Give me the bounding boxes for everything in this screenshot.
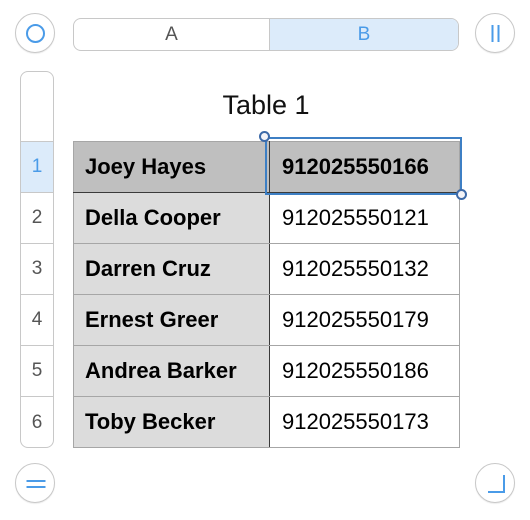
equals-icon [26, 480, 46, 488]
cell-a2[interactable]: Della Cooper [73, 192, 270, 244]
cell-b3[interactable]: 912025550132 [269, 243, 460, 295]
selection-handle-top-left[interactable] [259, 131, 270, 142]
table-row: Andrea Barker 912025550186 [73, 345, 460, 397]
row-header-bar: 1 2 3 4 5 6 [20, 71, 54, 448]
pause-icon [491, 25, 500, 42]
cell-a4[interactable]: Ernest Greer [73, 294, 270, 346]
cell-a1[interactable]: Joey Hayes [73, 141, 270, 193]
data-table: Joey Hayes 912025550166 Della Cooper 912… [73, 141, 460, 448]
cell-a3[interactable]: Darren Cruz [73, 243, 270, 295]
cell-a5[interactable]: Andrea Barker [73, 345, 270, 397]
row-header-1[interactable]: 1 [21, 142, 53, 193]
column-header-a[interactable]: A [74, 19, 269, 50]
resize-table-button[interactable] [475, 463, 515, 503]
table-editor: A B 1 2 3 4 5 6 Table 1 Joey Hayes 91202… [0, 0, 530, 520]
table-row: Toby Becker 912025550173 [73, 396, 460, 448]
column-header-b[interactable]: B [269, 19, 458, 50]
cell-a6[interactable]: Toby Becker [73, 396, 270, 448]
row-header-2[interactable]: 2 [21, 193, 53, 244]
selection-handle-bottom-right[interactable] [456, 189, 467, 200]
cell-b2[interactable]: 912025550121 [269, 192, 460, 244]
add-row-button[interactable] [15, 463, 55, 503]
add-column-button[interactable] [475, 13, 515, 53]
row-header-5[interactable]: 5 [21, 346, 53, 397]
select-table-button[interactable] [15, 13, 55, 53]
row-header-4[interactable]: 4 [21, 295, 53, 346]
row-header-6[interactable]: 6 [21, 397, 53, 447]
table-row: Della Cooper 912025550121 [73, 192, 460, 244]
cell-b1[interactable]: 912025550166 [269, 141, 460, 193]
cell-b5[interactable]: 912025550186 [269, 345, 460, 397]
table-row: Darren Cruz 912025550132 [73, 243, 460, 295]
row-header-title-spacer [21, 72, 53, 142]
table-row: Ernest Greer 912025550179 [73, 294, 460, 346]
corner-resize-icon [488, 475, 505, 493]
row-header-3[interactable]: 3 [21, 244, 53, 295]
cell-b6[interactable]: 912025550173 [269, 396, 460, 448]
cell-b4[interactable]: 912025550179 [269, 294, 460, 346]
column-header-bar: A B [73, 18, 459, 51]
circle-icon [26, 24, 45, 43]
table-title[interactable]: Table 1 [73, 90, 459, 121]
table-row: Joey Hayes 912025550166 [73, 141, 460, 193]
